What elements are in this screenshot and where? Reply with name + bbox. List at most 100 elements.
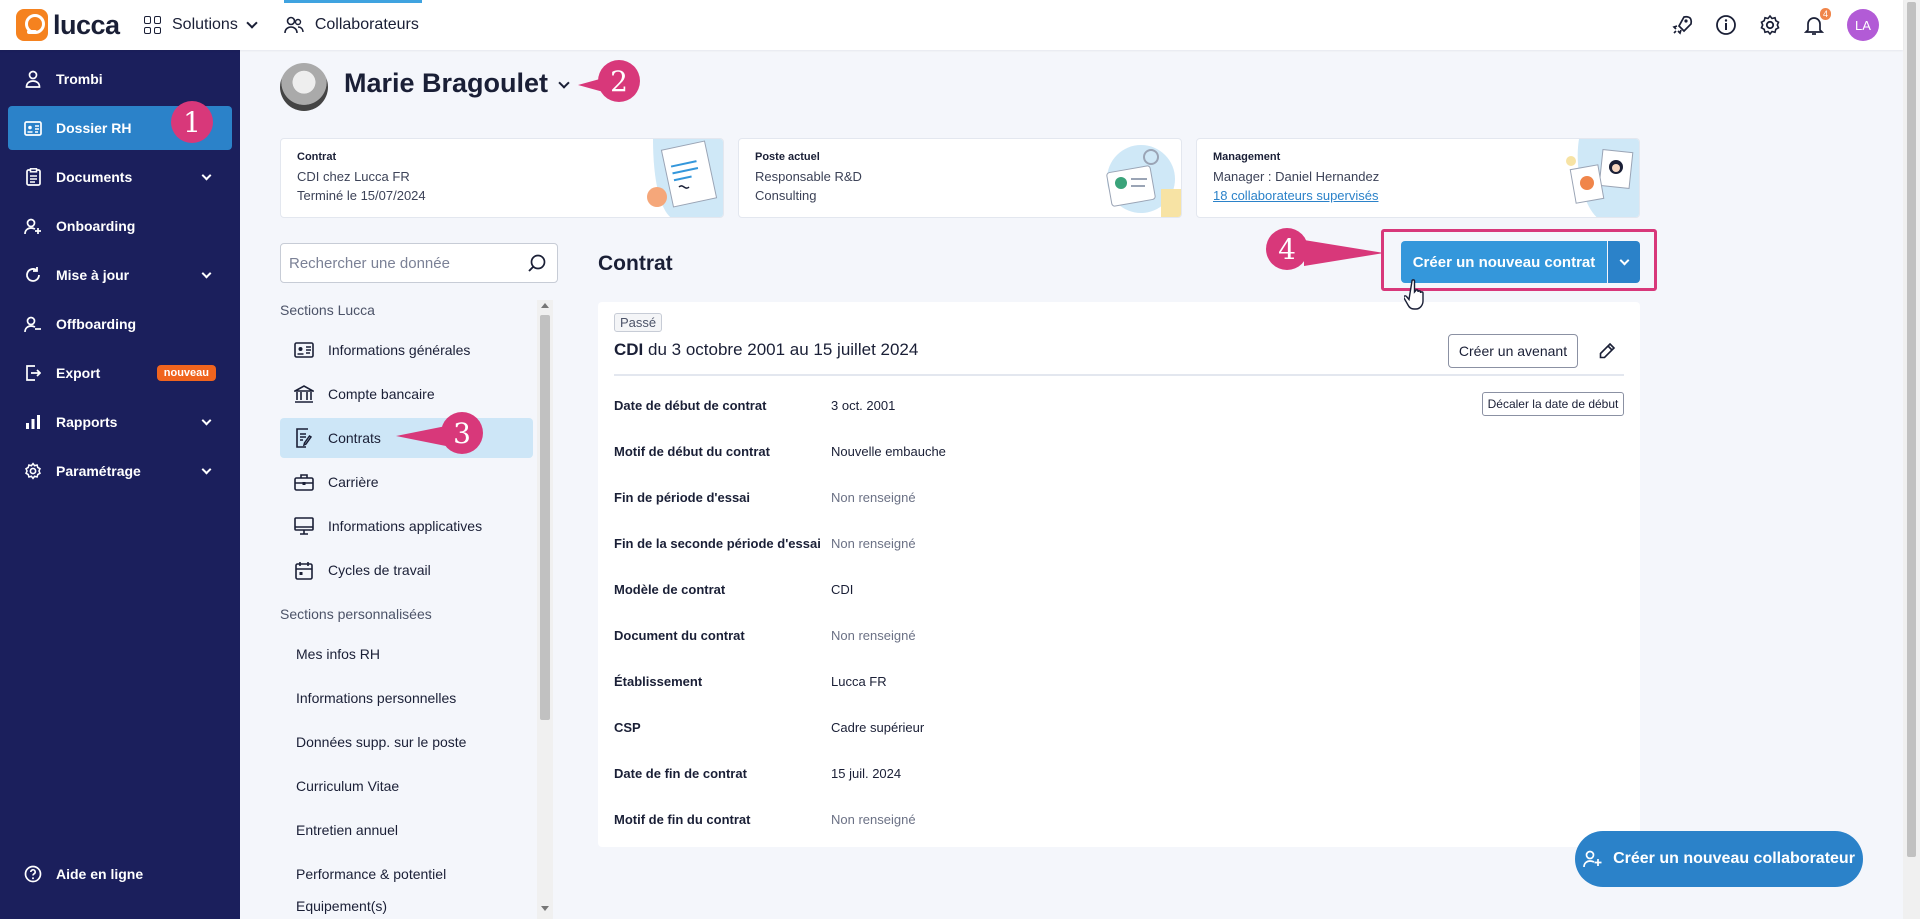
section-custom-item[interactable]: Informations personnelles <box>280 678 533 718</box>
page-scrollbar[interactable] <box>1903 0 1920 919</box>
section-informations-generales[interactable]: Informations générales <box>280 330 533 370</box>
field-value: Non renseigné <box>831 812 916 827</box>
field-value: Nouvelle embauche <box>831 444 946 459</box>
callout-4: 4 <box>1266 228 1308 270</box>
field-row: Fin de la seconde période d'essai Non ren… <box>614 536 1624 556</box>
user-plus-icon <box>1583 850 1602 868</box>
sidebar-item-documents[interactable]: Documents <box>8 155 232 199</box>
chevron-down-icon <box>201 268 212 278</box>
help-link[interactable]: Aide en ligne <box>8 852 232 896</box>
section-carriere[interactable]: Carrière <box>280 462 533 502</box>
section-label: Informations générales <box>328 342 471 358</box>
section-label: Contrats <box>328 430 381 446</box>
contract-summary-card[interactable]: Contrat CDI chez Lucca FR Terminé le 15/… <box>280 138 724 218</box>
divider <box>614 374 1624 376</box>
contract-icon <box>294 428 314 448</box>
edit-icon[interactable] <box>1598 342 1616 360</box>
field-label: Date de fin de contrat <box>614 766 747 781</box>
field-label: Fin de période d'essai <box>614 490 751 505</box>
field-row: Document du contrat Non renseigné <box>614 628 1624 648</box>
section-compte-bancaire[interactable]: Compte bancaire <box>280 374 533 414</box>
section-custom-item[interactable]: Curriculum Vitae <box>280 766 533 806</box>
section-custom-item[interactable]: Equipement(s) <box>280 898 533 919</box>
sidebar-item-offboarding[interactable]: Offboarding <box>8 302 232 346</box>
settings-icon[interactable] <box>1759 14 1781 36</box>
collaborateurs-tab[interactable]: Collaborateurs <box>283 0 422 50</box>
position-summary-card[interactable]: Poste actuel Responsable R&D Consulting <box>738 138 1182 218</box>
field-value: Cadre supérieur <box>831 720 925 735</box>
field-row: CSP Cadre supérieur <box>614 720 1624 740</box>
field-label: Date de début de contrat <box>614 398 767 413</box>
callout-3: 3 <box>441 412 483 454</box>
field-row: Fin de période d'essai Non renseigné <box>614 490 1624 510</box>
field-value: Non renseigné <box>831 628 916 643</box>
team-illustration-icon <box>1566 139 1639 217</box>
lucca-logo[interactable]: lucca <box>16 9 140 41</box>
clipboard-icon <box>24 168 42 186</box>
bank-icon <box>294 384 314 404</box>
field-label: Modèle de contrat <box>614 582 726 597</box>
field-row: Date de fin de contrat 15 juil. 2024 <box>614 766 1624 786</box>
chevron-down-icon <box>246 17 258 29</box>
user-minus-icon <box>24 315 42 333</box>
section-search-input[interactable]: Rechercher une donnée <box>280 243 558 283</box>
contract-type: CDI <box>614 340 644 359</box>
section-label: Informations applicatives <box>328 518 483 534</box>
create-collaborator-button[interactable]: Créer un nouveau collaborateur <box>1575 831 1863 887</box>
field-label: Fin de la seconde période d'essai <box>614 536 821 551</box>
section-label: Cycles de travail <box>328 562 431 578</box>
sidebar-item-export[interactable]: Export nouveau <box>8 351 232 395</box>
sidebar-item-onboarding[interactable]: Onboarding <box>8 204 232 248</box>
fab-label: Créer un nouveau collaborateur <box>1613 850 1855 867</box>
refresh-icon <box>24 266 42 284</box>
profile-name[interactable]: Marie Bragoulet <box>344 68 548 99</box>
section-informations-applicatives[interactable]: Informations applicatives <box>280 506 533 546</box>
page-scrollbar-thumb[interactable] <box>1907 2 1916 857</box>
top-bar: lucca Solutions Collaborateurs 4 LA <box>0 0 1903 50</box>
sidebar-item-label: Offboarding <box>56 316 137 332</box>
contract-section-title: Contrat <box>598 252 673 275</box>
bell-icon[interactable]: 4 <box>1803 8 1831 36</box>
section-cycles-de-travail[interactable]: Cycles de travail <box>280 550 533 590</box>
rocket-icon[interactable] <box>1671 14 1693 36</box>
sections-scrollbar-thumb[interactable] <box>540 315 550 720</box>
create-amendment-button[interactable]: Créer un avenant <box>1448 334 1578 368</box>
callout-2: 2 <box>598 60 640 102</box>
field-label: Motif de fin du contrat <box>614 812 751 827</box>
contract-heading: CDI du 3 octobre 2001 au 15 juillet 2024 <box>614 340 918 360</box>
contract-period: du 3 octobre 2001 au 15 juillet 2024 <box>643 340 919 359</box>
sidebar-item-label: Rapports <box>56 414 118 430</box>
field-row: Date de début de contrat 3 oct. 2001 <box>614 398 1624 418</box>
status-badge: Passé <box>614 313 663 332</box>
monitor-icon <box>294 516 314 536</box>
management-summary-card[interactable]: Management Manager : Daniel Hernandez 18… <box>1196 138 1640 218</box>
id-card-icon <box>294 340 314 360</box>
sidebar-item-label: Onboarding <box>56 218 136 234</box>
export-icon <box>24 364 42 382</box>
section-custom-item[interactable]: Données supp. sur le poste <box>280 722 533 762</box>
scroll-up-icon[interactable] <box>541 303 549 308</box>
section-custom-item[interactable]: Entretien annuel <box>280 810 533 850</box>
sidebar-item-mise-a-jour[interactable]: Mise à jour <box>8 253 232 297</box>
field-value: 15 juil. 2024 <box>831 766 902 781</box>
chevron-down-icon[interactable] <box>558 77 570 89</box>
briefcase-icon <box>294 472 314 492</box>
field-label: Établissement <box>614 674 703 689</box>
sidebar-item-parametrage[interactable]: Paramétrage <box>8 449 232 493</box>
user-plus-icon <box>24 217 42 235</box>
field-row: Établissement Lucca FR <box>614 674 1624 694</box>
sidebar-item-trombi[interactable]: Trombi <box>8 57 232 101</box>
section-custom-item[interactable]: Performance & potentiel <box>280 854 533 894</box>
info-icon[interactable] <box>1715 14 1737 36</box>
user-avatar[interactable]: LA <box>1847 9 1879 41</box>
sidebar-item-label: Paramétrage <box>56 463 141 479</box>
lucca-logo-icon <box>16 9 48 41</box>
field-row: Motif de début du contrat Nouvelle embauc… <box>614 444 1624 464</box>
scroll-down-icon[interactable] <box>541 906 549 911</box>
section-label: Compte bancaire <box>328 386 435 402</box>
sidebar-item-rapports[interactable]: Rapports <box>8 400 232 444</box>
sidebar-item-label: Dossier RH <box>56 120 132 136</box>
section-custom-item[interactable]: Mes infos RH <box>280 634 533 674</box>
solutions-menu[interactable]: Solutions <box>144 0 258 50</box>
user-icon <box>24 70 42 88</box>
